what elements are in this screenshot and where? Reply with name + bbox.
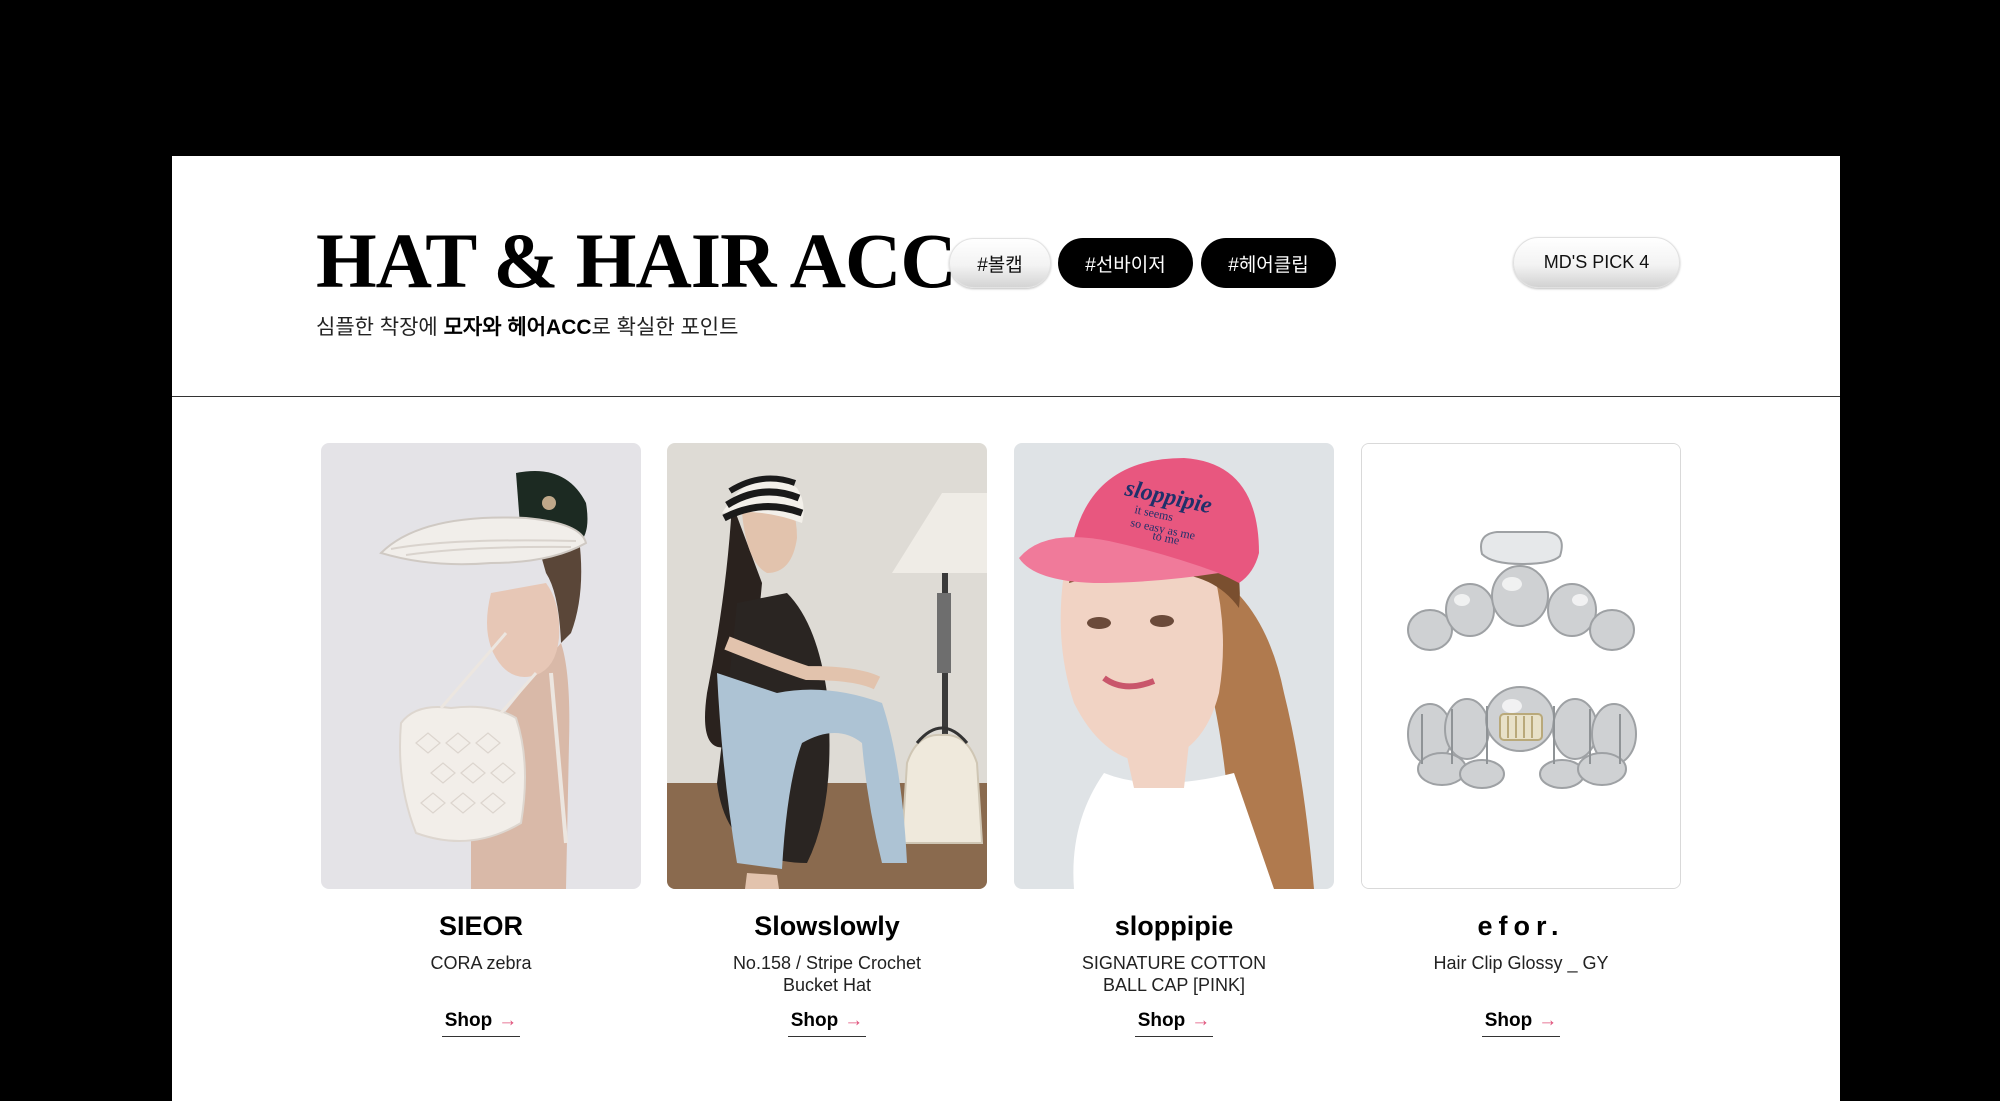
shop-label[interactable]: Shop [445,1010,493,1031]
promo-panel: HAT & HAIR ACC 심플한 착장에 모자와 헤어ACC로 확실한 포인… [172,156,1840,1101]
arrow-right-icon: → [844,1010,864,1031]
md-pick-badge[interactable]: MD'S PICK 4 [1513,237,1680,288]
arrow-right-icon: → [1538,1010,1558,1031]
product-brand: sloppipie [1114,911,1234,941]
subtitle-text-post: 로 확실한 포인트 [591,316,739,339]
arrow-right-icon: → [1191,1010,1211,1031]
product-name: No.158 / Stripe Crochet Bucket Hat [732,953,922,995]
shop-label[interactable]: Shop [791,1010,839,1031]
product-photo-visor[interactable] [321,443,641,889]
product-card-slowslowly[interactable]: Slowslowly No.158 / Stripe Crochet Bucke… [667,443,987,1037]
subtitle-text-bold: 모자와 헤어ACC [443,316,592,339]
tag-hairclip[interactable]: #헤어클립 [1201,238,1336,288]
arrow-right-icon: → [498,1010,518,1031]
product-name: SIGNATURE COTTON BALL CAP [PINK] [1081,953,1267,995]
product-photo-hair-clip[interactable] [1361,443,1681,889]
product-photo-ballcap[interactable]: sloppipie it seems so easy as me to me [1014,443,1334,889]
product-name: Hair Clip Glossy _ GY [1433,953,1609,973]
shop-label[interactable]: Shop [1138,1010,1186,1031]
tag-sunvisor[interactable]: #선바이저 [1058,238,1193,288]
product-card-sloppipie[interactable]: sloppipie it seems so easy as me to me s… [1014,443,1334,1037]
tag-ballcap[interactable]: #볼캡 [949,238,1051,288]
page-subtitle: 심플한 착장에 모자와 헤어ACC로 확실한 포인트 [316,315,738,340]
shop-link[interactable]: Shop → [1482,1010,1560,1037]
product-card-efor[interactable]: efor. Hair Clip Glossy _ GY Shop → [1361,443,1681,1037]
shop-link[interactable]: Shop → [1135,1010,1213,1037]
shop-label[interactable]: Shop [1485,1010,1533,1031]
page-title: HAT & HAIR ACC [316,217,957,304]
product-name: CORA zebra [430,953,532,973]
shop-link[interactable]: Shop → [788,1010,866,1037]
shop-link[interactable]: Shop → [442,1010,520,1037]
product-brand: SIEOR [438,911,524,941]
subtitle-text-pre: 심플한 착장에 [316,316,444,339]
product-brand: efor. [1477,911,1565,941]
product-card-sieor[interactable]: SIEOR CORA zebra Shop → [321,443,641,1037]
header-divider [172,396,1840,397]
product-brand: Slowslowly [754,911,900,941]
product-photo-bucket-hat[interactable] [667,443,987,889]
